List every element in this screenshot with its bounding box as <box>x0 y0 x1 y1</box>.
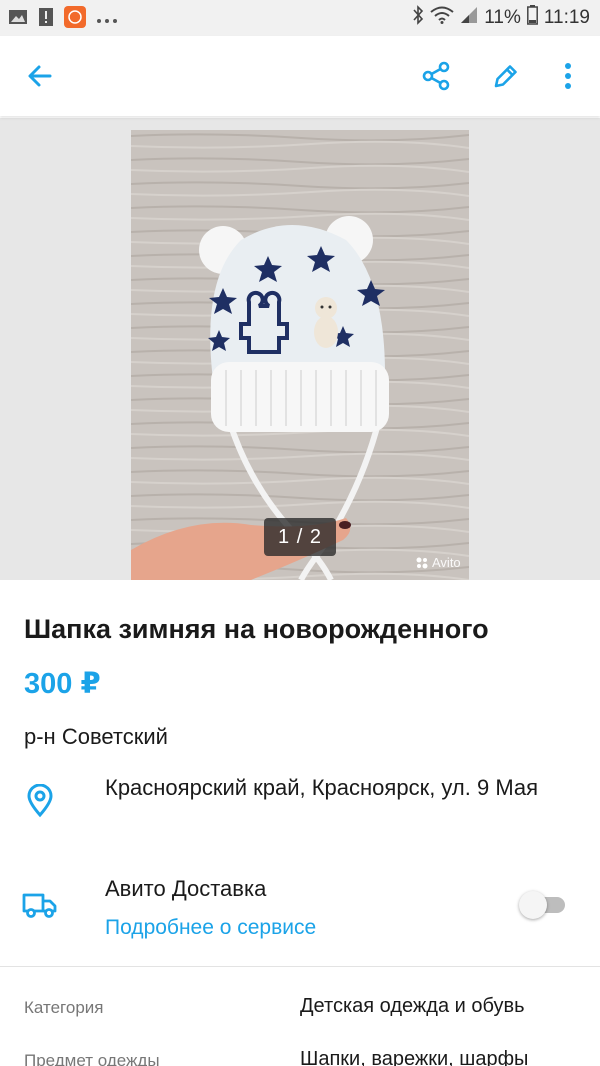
share-button[interactable] <box>414 54 458 98</box>
status-notifications <box>8 6 118 33</box>
avito-watermark: Avito <box>416 555 461 570</box>
section-divider <box>0 966 600 967</box>
arrow-left-icon <box>28 65 52 87</box>
more-dots-icon <box>96 11 118 29</box>
param-value-category: Детская одежда и обувь <box>300 995 525 1017</box>
param-value-clothing: Шапки, варежки, шарфы <box>300 1048 529 1066</box>
listing-district: р-н Советский <box>24 724 168 749</box>
wifi-icon <box>430 6 454 30</box>
listing-address[interactable]: Красноярский край, Красноярск, ул. 9 Мая <box>105 770 575 806</box>
delivery-info-link[interactable]: Подробнее о сервисе <box>105 916 316 940</box>
knitted-hat-photo <box>131 130 469 580</box>
share-icon <box>422 61 450 91</box>
listing-title: Шапка зимняя на новорожденного <box>24 614 489 644</box>
signal-icon <box>460 6 478 30</box>
more-menu-button[interactable] <box>546 54 590 98</box>
bluetooth-icon <box>412 5 424 31</box>
image-icon <box>8 8 28 31</box>
param-label-clothing: Предмет одежды <box>24 1051 160 1066</box>
avito-logo-icon <box>416 557 428 568</box>
pencil-icon <box>494 65 517 88</box>
status-system: 11% 11:19 <box>412 0 590 36</box>
edit-button[interactable] <box>484 54 528 98</box>
clock: 11:19 <box>543 7 590 28</box>
app-notification-icon <box>64 6 86 33</box>
location-pin-icon <box>22 783 58 819</box>
listing-photo[interactable] <box>131 130 469 580</box>
delivery-title: Авито Доставка <box>105 876 267 901</box>
photo-gallery[interactable]: 1 / 2 Avito <box>0 118 600 580</box>
toggle-thumb <box>519 891 547 919</box>
photo-counter: 1 / 2 <box>264 518 336 556</box>
battery-level: 11% <box>484 7 521 28</box>
status-bar: 11% 11:19 <box>0 0 600 36</box>
delivery-truck-icon <box>22 887 58 923</box>
delivery-toggle[interactable] <box>519 891 567 919</box>
alert-icon <box>38 7 54 32</box>
watermark-text: Avito <box>432 555 461 570</box>
battery-icon <box>526 5 538 31</box>
listing-price: 300 ₽ <box>24 668 101 700</box>
back-button[interactable] <box>18 54 62 98</box>
param-label-category: Категория <box>24 998 104 1017</box>
app-bar <box>0 36 600 116</box>
more-vertical-icon <box>565 63 571 89</box>
